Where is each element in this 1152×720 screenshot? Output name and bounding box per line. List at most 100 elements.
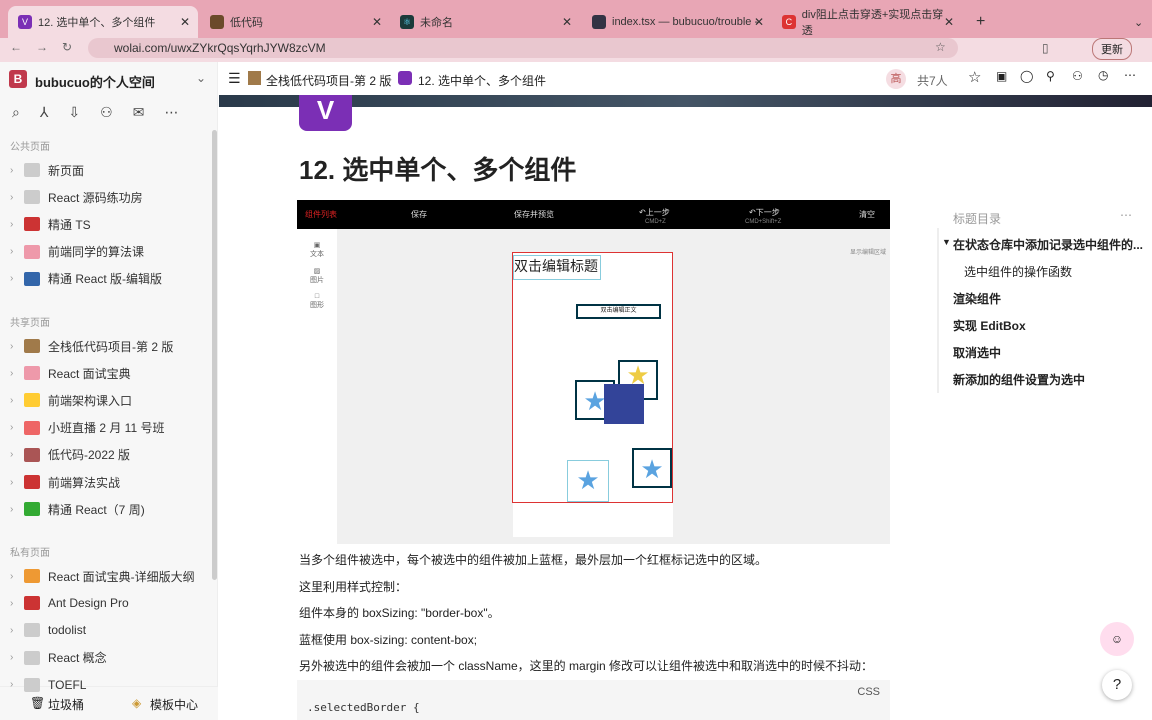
tab-label: 未命名 bbox=[420, 17, 453, 29]
share-icon[interactable]: ⚲ bbox=[1046, 69, 1055, 83]
graph-icon[interactable]: ⅄ bbox=[40, 104, 49, 121]
browser-tab[interactable]: ⚛ 未命名 ✕ bbox=[390, 6, 580, 38]
sidebar-item[interactable]: › 全栈低代码项目-第 2 版 bbox=[10, 336, 173, 356]
avatar[interactable]: 高 bbox=[886, 69, 906, 89]
sidebar-item[interactable]: › React 面试宝典-详细版大纲 bbox=[10, 566, 195, 586]
toc-item[interactable]: 在状态仓库中添加记录选中组件的... bbox=[953, 236, 1143, 253]
toc-item[interactable]: 新添加的组件设置为选中 bbox=[953, 371, 1085, 388]
assistant-avatar[interactable]: ☺ bbox=[1100, 622, 1134, 656]
browser-tab[interactable]: Cdiv阻止点击穿透+实现点击穿透 ✕ bbox=[772, 6, 962, 38]
save-label: 保存 bbox=[411, 210, 427, 219]
chevron-right-icon[interactable]: › bbox=[10, 395, 24, 406]
member-count[interactable]: 共7人 bbox=[917, 72, 948, 89]
menu-icon[interactable]: ☰ bbox=[228, 70, 241, 87]
workspace-name[interactable]: bubucuo的个人空间 bbox=[35, 72, 155, 91]
members-icon[interactable]: ⚇ bbox=[100, 104, 113, 121]
wolai-icon: V bbox=[18, 15, 32, 29]
update-button[interactable]: 更新 bbox=[1092, 38, 1132, 60]
code-language[interactable]: CSS bbox=[857, 686, 880, 698]
forward-icon[interactable]: → bbox=[36, 40, 48, 54]
tool-label: 文本 bbox=[310, 251, 324, 258]
help-button[interactable]: ? bbox=[1102, 670, 1132, 700]
browser-tab[interactable]: 低代码 ✕ bbox=[200, 6, 390, 38]
templates-button[interactable]: 模板中心 bbox=[150, 696, 198, 713]
more-icon[interactable]: ⋯ bbox=[1120, 208, 1132, 222]
sidebar-item[interactable]: › Ant Design Pro bbox=[10, 593, 129, 613]
chevron-right-icon[interactable]: › bbox=[10, 449, 24, 460]
user-add-icon[interactable]: ⚇ bbox=[1072, 69, 1083, 83]
trash-button[interactable]: 垃圾桶 bbox=[48, 696, 84, 713]
more-icon[interactable]: ⋯ bbox=[1124, 68, 1136, 82]
sidebar-item-label: Ant Design Pro bbox=[48, 596, 129, 611]
caret-down-icon[interactable]: ▼ bbox=[942, 237, 951, 247]
chevron-right-icon[interactable]: › bbox=[10, 652, 24, 663]
wolai-icon bbox=[398, 71, 412, 85]
toc-item[interactable]: 选中组件的操作函数 bbox=[964, 263, 1072, 280]
new-tab-button[interactable]: + bbox=[966, 6, 995, 38]
sidebar-item[interactable]: › 低代码-2022 版 bbox=[10, 445, 130, 465]
sidebar-item-label: 前端算法实战 bbox=[48, 475, 121, 490]
sidebar-item[interactable]: › React 概念 bbox=[10, 648, 107, 668]
browser-tab-bar: V 12. 选中单个、多个组件 ✕ 低代码 ✕ ⚛ 未命名 ✕ index.tsx — b… bbox=[0, 0, 1152, 38]
tab-favicon bbox=[210, 15, 224, 29]
comment-icon[interactable]: ◯ bbox=[1020, 69, 1033, 83]
chevron-right-icon[interactable]: › bbox=[10, 246, 24, 257]
chevron-down-icon[interactable]: ⌄ bbox=[196, 71, 206, 85]
breadcrumb-current[interactable]: 12. 选中单个、多个组件 bbox=[418, 72, 546, 89]
close-icon[interactable]: ✕ bbox=[562, 15, 572, 29]
chevron-right-icon[interactable]: › bbox=[10, 477, 24, 488]
sidebar-item[interactable]: › 小班直播 2 月 11 号班 bbox=[10, 418, 164, 438]
chevron-down-icon[interactable]: ⌄ bbox=[1124, 6, 1152, 38]
toc-item[interactable]: 取消选中 bbox=[953, 344, 1001, 361]
chevron-right-icon[interactable]: › bbox=[10, 165, 24, 176]
toc-item[interactable]: 实现 EditBox bbox=[953, 317, 1026, 334]
scrollbar[interactable] bbox=[212, 130, 217, 580]
tab-label: 低代码 bbox=[230, 17, 263, 29]
close-icon[interactable]: ✕ bbox=[754, 15, 764, 29]
inbox-icon[interactable]: ✉ bbox=[133, 104, 145, 121]
sidebar-item[interactable]: › TOEFL bbox=[10, 675, 86, 695]
chevron-right-icon[interactable]: › bbox=[10, 571, 24, 582]
search-icon[interactable]: ⌕ bbox=[12, 104, 20, 121]
chevron-right-icon[interactable]: › bbox=[10, 625, 24, 636]
more-icon[interactable]: ⋯ bbox=[164, 104, 178, 121]
chevron-right-icon[interactable]: › bbox=[10, 598, 24, 609]
close-icon[interactable]: ✕ bbox=[372, 15, 382, 29]
star-icon[interactable]: ☆ bbox=[968, 68, 981, 86]
sidebar-item[interactable]: › 前端算法实战 bbox=[10, 472, 120, 492]
url-input[interactable]: wolai.com/uwxZYkrQqsYqrhJYW8zcVM bbox=[88, 38, 958, 58]
sidebar-item[interactable]: › React 面试宝典 bbox=[10, 363, 131, 383]
close-icon[interactable]: ✕ bbox=[180, 15, 190, 29]
chevron-right-icon[interactable]: › bbox=[10, 192, 24, 203]
close-icon[interactable]: ✕ bbox=[944, 15, 954, 29]
sidebar-item[interactable]: › 新页面 bbox=[10, 160, 84, 180]
chevron-right-icon[interactable]: › bbox=[10, 504, 24, 515]
toc-item[interactable]: 渲染组件 bbox=[953, 290, 1001, 307]
page-icon bbox=[24, 596, 40, 611]
chevron-right-icon[interactable]: › bbox=[10, 368, 24, 379]
bookmark-star-icon[interactable]: ☆ bbox=[935, 40, 946, 54]
back-icon[interactable]: ← bbox=[10, 40, 22, 54]
chevron-right-icon[interactable]: › bbox=[10, 679, 24, 690]
import-icon[interactable]: ⇩ bbox=[68, 104, 80, 121]
sidebar-toggle-icon[interactable]: ▯ bbox=[1042, 41, 1049, 55]
reload-icon[interactable]: ↻ bbox=[62, 40, 72, 54]
browser-tab[interactable]: V 12. 选中单个、多个组件 ✕ bbox=[8, 6, 198, 38]
breadcrumb-parent[interactable]: 全栈低代码项目-第 2 版 bbox=[266, 72, 391, 89]
chevron-right-icon[interactable]: › bbox=[10, 341, 24, 352]
chevron-right-icon[interactable]: › bbox=[10, 273, 24, 284]
sidebar-item[interactable]: › 前端同学的算法课 bbox=[10, 242, 144, 262]
github-icon bbox=[592, 15, 606, 29]
sidebar-item[interactable]: › 精通 React 版-编辑版 bbox=[10, 269, 162, 289]
browser-tab[interactable]: index.tsx — bubucuo/trouble - ✕ bbox=[582, 6, 772, 38]
sidebar-item-label: TOEFL bbox=[48, 677, 87, 692]
chevron-right-icon[interactable]: › bbox=[10, 219, 24, 230]
sidebar-item[interactable]: › 精通 TS bbox=[10, 214, 91, 234]
sidebar-item[interactable]: › 精通 React（7 周) bbox=[10, 499, 145, 519]
history-icon[interactable]: ◷ bbox=[1098, 68, 1108, 82]
sidebar-item[interactable]: › 前端架构课入口 bbox=[10, 390, 132, 410]
chevron-right-icon[interactable]: › bbox=[10, 422, 24, 433]
sidebar-item[interactable]: › React 源码练功房 bbox=[10, 187, 143, 207]
present-icon[interactable]: ▣ bbox=[996, 69, 1007, 83]
sidebar-item[interactable]: › todolist bbox=[10, 620, 86, 640]
